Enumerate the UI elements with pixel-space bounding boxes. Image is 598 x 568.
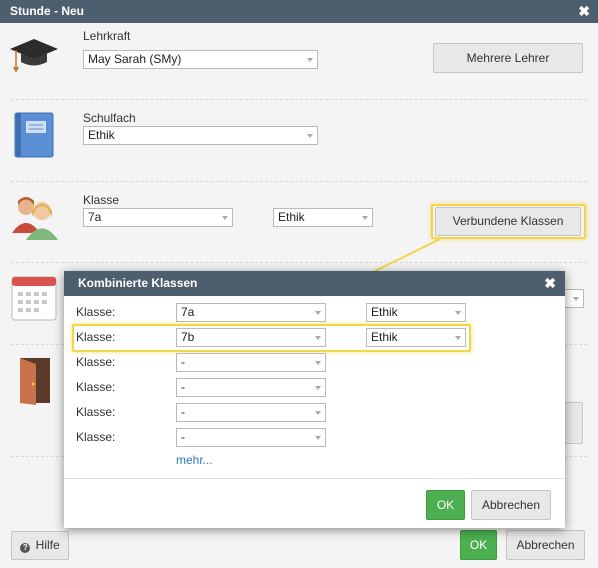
subject-select-value: Ethik (371, 305, 398, 319)
cancel-button[interactable]: Abbrechen (506, 530, 585, 560)
door-icon (20, 358, 50, 405)
subject-select[interactable]: Ethik (366, 328, 466, 347)
class-select[interactable]: - (176, 428, 326, 447)
people-icon (12, 197, 58, 240)
row-label: Klasse: (76, 330, 116, 344)
class-select-value: - (181, 405, 185, 419)
chevron-down-icon (315, 386, 321, 390)
chevron-down-icon (455, 311, 461, 315)
chevron-down-icon (315, 361, 321, 365)
chevron-down-icon (307, 134, 313, 138)
dialog-title-bar: Stunde - Neu ✖ (0, 0, 598, 23)
chevron-down-icon (307, 58, 313, 62)
row-label: Klasse: (76, 355, 116, 369)
chevron-down-icon (315, 336, 321, 340)
teacher-label: Lehrkraft (83, 29, 131, 43)
dialog-title: Stunde - Neu (10, 4, 84, 18)
calendar-icon (11, 276, 57, 321)
help-button[interactable]: ? Hilfe (11, 531, 69, 560)
chevron-down-icon (315, 436, 321, 440)
footer-divider (64, 478, 565, 479)
ok-button[interactable]: OK (460, 530, 497, 560)
class-select[interactable]: 7b (176, 328, 326, 347)
section-divider (11, 181, 587, 182)
combined-classes-title-bar: Kombinierte Klassen ✖ (64, 271, 565, 296)
chevron-down-icon (455, 336, 461, 340)
teacher-select[interactable]: May Sarah (SMy) (83, 50, 318, 69)
combined-classes-title: Kombinierte Klassen (78, 276, 198, 290)
chevron-down-icon (573, 297, 579, 301)
chevron-down-icon (315, 311, 321, 315)
close-icon[interactable]: ✖ (544, 271, 556, 296)
class-select-value: 7a (181, 305, 195, 319)
section-divider (11, 99, 587, 100)
row-label: Klasse: (76, 405, 116, 419)
class-select-value: 7b (181, 330, 195, 344)
close-icon[interactable]: ✖ (578, 0, 590, 23)
row-label: Klasse: (76, 305, 116, 319)
class-select[interactable]: - (176, 403, 326, 422)
combined-classes-dialog: Kombinierte Klassen ✖ Klasse: 7a Ethik K… (64, 271, 565, 528)
subject-select[interactable]: Ethik (83, 126, 318, 145)
class-subject-select-value: Ethik (278, 210, 305, 224)
class-select-value: - (181, 355, 185, 369)
class-label: Klasse (83, 193, 120, 207)
help-icon: ? (20, 543, 31, 553)
ok-button[interactable]: OK (426, 490, 465, 520)
class-select-value: - (181, 430, 185, 444)
class-select-value: - (181, 380, 185, 394)
cancel-button[interactable]: Abbrechen (471, 490, 551, 520)
more-link[interactable]: mehr... (176, 453, 213, 467)
class-select[interactable]: 7a (176, 303, 326, 322)
book-icon (14, 112, 54, 158)
chevron-down-icon (222, 216, 228, 220)
class-select-value: 7a (88, 210, 102, 224)
teacher-select-value: May Sarah (SMy) (88, 52, 182, 66)
help-button-label: Hilfe (35, 538, 60, 552)
multiple-teachers-button[interactable]: Mehrere Lehrer (433, 43, 583, 73)
linked-classes-button[interactable]: Verbundene Klassen (435, 207, 581, 236)
class-select[interactable]: 7a (83, 208, 233, 227)
subject-select-value: Ethik (88, 128, 115, 142)
subject-label: Schulfach (83, 111, 136, 125)
graduation-cap-icon (10, 39, 58, 73)
class-subject-select[interactable]: Ethik (273, 208, 373, 227)
row-label: Klasse: (76, 380, 116, 394)
class-select[interactable]: - (176, 378, 326, 397)
subject-select[interactable]: Ethik (366, 303, 466, 322)
subject-select-value: Ethik (371, 330, 398, 344)
chevron-down-icon (315, 411, 321, 415)
class-select[interactable]: - (176, 353, 326, 372)
row-label: Klasse: (76, 430, 116, 444)
chevron-down-icon (362, 216, 368, 220)
